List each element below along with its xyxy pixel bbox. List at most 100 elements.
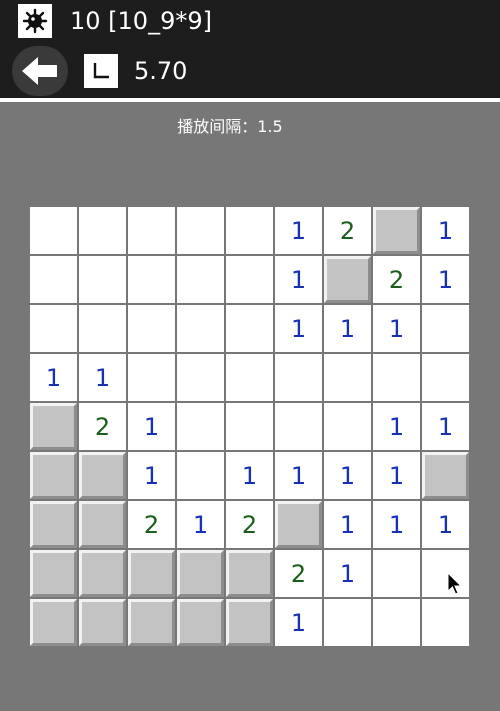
number-cell[interactable]: 1 xyxy=(373,452,420,499)
minesweeper-board: 1 2 1 1 2 1 1 1 1 1 1 2 1 1 1 1 1 1 1 1 2 1 2 1 1 1 2 1 1 xyxy=(30,207,471,648)
cell-number: 1 xyxy=(290,608,307,637)
revealed-empty-cell[interactable] xyxy=(79,256,126,303)
number-cell[interactable]: 1 xyxy=(226,452,273,499)
cell-number: 1 xyxy=(388,314,405,343)
number-cell[interactable]: 1 xyxy=(324,550,371,597)
revealed-empty-cell[interactable] xyxy=(373,550,420,597)
revealed-empty-cell[interactable] xyxy=(177,354,224,401)
playback-interval-label: 播放间隔：1.5 xyxy=(177,117,283,136)
revealed-empty-cell[interactable] xyxy=(226,305,273,352)
number-cell[interactable]: 1 xyxy=(177,501,224,548)
revealed-empty-cell[interactable] xyxy=(226,256,273,303)
number-cell[interactable]: 1 xyxy=(324,452,371,499)
cell-number: 1 xyxy=(94,363,111,392)
covered-cell[interactable] xyxy=(79,550,126,597)
cell-number: 1 xyxy=(437,412,454,441)
number-cell[interactable]: 1 xyxy=(422,256,469,303)
cell-number: 1 xyxy=(339,559,356,588)
covered-cell[interactable] xyxy=(177,550,224,597)
covered-cell[interactable] xyxy=(30,403,77,450)
revealed-empty-cell[interactable] xyxy=(128,305,175,352)
number-cell[interactable]: 2 xyxy=(275,550,322,597)
revealed-empty-cell[interactable] xyxy=(226,354,273,401)
number-cell[interactable]: 1 xyxy=(422,403,469,450)
number-cell[interactable]: 1 xyxy=(30,354,77,401)
revealed-empty-cell[interactable] xyxy=(373,354,420,401)
covered-cell[interactable] xyxy=(30,599,77,646)
revealed-empty-cell[interactable] xyxy=(128,354,175,401)
covered-cell[interactable] xyxy=(226,550,273,597)
number-cell[interactable]: 2 xyxy=(226,501,273,548)
revealed-empty-cell[interactable] xyxy=(422,354,469,401)
cell-number: 1 xyxy=(339,510,356,539)
covered-cell[interactable] xyxy=(177,599,224,646)
number-cell[interactable]: 1 xyxy=(373,501,420,548)
revealed-empty-cell[interactable] xyxy=(177,305,224,352)
cell-number: 1 xyxy=(143,412,160,441)
covered-cell[interactable] xyxy=(79,501,126,548)
number-cell[interactable]: 1 xyxy=(275,256,322,303)
number-cell[interactable]: 2 xyxy=(128,501,175,548)
revealed-empty-cell[interactable] xyxy=(226,403,273,450)
number-cell[interactable]: 1 xyxy=(324,501,371,548)
number-cell[interactable]: 1 xyxy=(79,354,126,401)
cell-number: 1 xyxy=(437,216,454,245)
revealed-empty-cell[interactable] xyxy=(30,305,77,352)
revealed-empty-cell[interactable] xyxy=(324,354,371,401)
number-cell[interactable]: 1 xyxy=(128,452,175,499)
top-bar: 10 [10_9*9] 5.70 xyxy=(0,0,500,98)
number-cell[interactable]: 1 xyxy=(422,207,469,254)
revealed-empty-cell[interactable] xyxy=(275,354,322,401)
number-cell[interactable]: 1 xyxy=(373,403,420,450)
covered-cell[interactable] xyxy=(324,256,371,303)
covered-cell[interactable] xyxy=(128,550,175,597)
number-cell[interactable]: 1 xyxy=(275,452,322,499)
revealed-empty-cell[interactable] xyxy=(128,256,175,303)
revealed-empty-cell[interactable] xyxy=(275,403,322,450)
back-button[interactable] xyxy=(12,46,68,96)
revealed-empty-cell[interactable] xyxy=(30,207,77,254)
revealed-empty-cell[interactable] xyxy=(30,256,77,303)
revealed-empty-cell[interactable] xyxy=(128,207,175,254)
cell-number: 1 xyxy=(437,510,454,539)
cell-number: 1 xyxy=(45,363,62,392)
covered-cell[interactable] xyxy=(422,452,469,499)
revealed-empty-cell[interactable] xyxy=(422,305,469,352)
timer-icon xyxy=(84,54,118,88)
cell-number: 1 xyxy=(437,265,454,294)
number-cell[interactable]: 1 xyxy=(324,305,371,352)
cell-number: 2 xyxy=(94,412,111,441)
revealed-empty-cell[interactable] xyxy=(177,403,224,450)
revealed-empty-cell[interactable] xyxy=(324,599,371,646)
number-cell[interactable]: 1 xyxy=(275,305,322,352)
revealed-empty-cell[interactable] xyxy=(373,599,420,646)
cell-number: 2 xyxy=(143,510,160,539)
mine-count-title: 10 [10_9*9] xyxy=(70,7,212,35)
covered-cell[interactable] xyxy=(30,550,77,597)
covered-cell[interactable] xyxy=(128,599,175,646)
revealed-empty-cell[interactable] xyxy=(226,207,273,254)
cell-number: 1 xyxy=(192,510,209,539)
number-cell[interactable]: 1 xyxy=(275,599,322,646)
number-cell[interactable]: 1 xyxy=(275,207,322,254)
covered-cell[interactable] xyxy=(373,207,420,254)
revealed-empty-cell[interactable] xyxy=(177,256,224,303)
covered-cell[interactable] xyxy=(79,452,126,499)
number-cell[interactable]: 2 xyxy=(373,256,420,303)
covered-cell[interactable] xyxy=(30,501,77,548)
revealed-empty-cell[interactable] xyxy=(422,599,469,646)
covered-cell[interactable] xyxy=(226,599,273,646)
covered-cell[interactable] xyxy=(275,501,322,548)
revealed-empty-cell[interactable] xyxy=(79,207,126,254)
number-cell[interactable]: 1 xyxy=(128,403,175,450)
covered-cell[interactable] xyxy=(30,452,77,499)
covered-cell[interactable] xyxy=(79,599,126,646)
number-cell[interactable]: 1 xyxy=(373,305,420,352)
revealed-empty-cell[interactable] xyxy=(324,403,371,450)
revealed-empty-cell[interactable] xyxy=(177,452,224,499)
number-cell[interactable]: 1 xyxy=(422,501,469,548)
revealed-empty-cell[interactable] xyxy=(79,305,126,352)
revealed-empty-cell[interactable] xyxy=(177,207,224,254)
number-cell[interactable]: 2 xyxy=(79,403,126,450)
number-cell[interactable]: 2 xyxy=(324,207,371,254)
